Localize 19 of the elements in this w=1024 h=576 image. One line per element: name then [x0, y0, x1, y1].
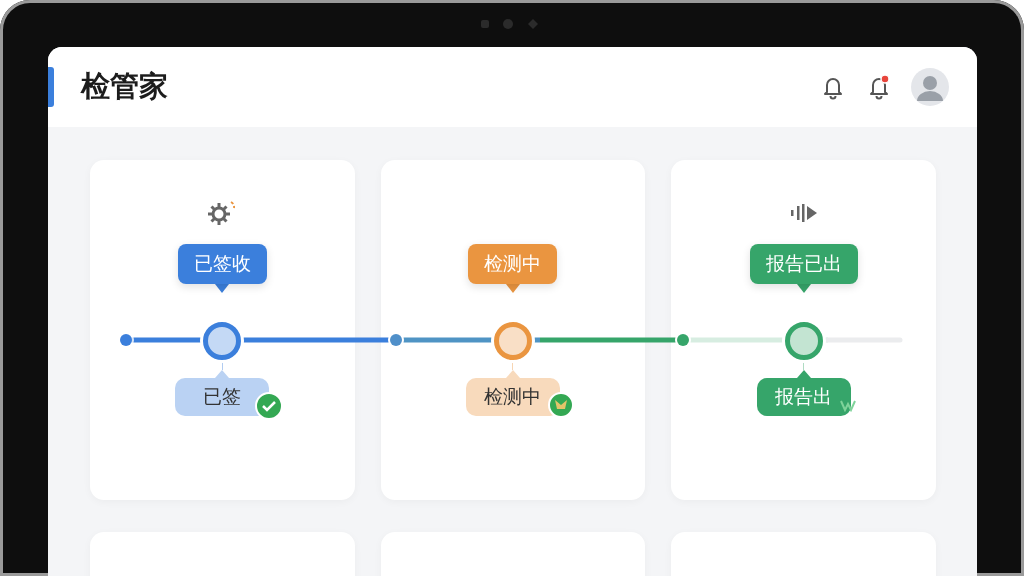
callout-pointer — [796, 284, 811, 293]
avatar[interactable] — [911, 68, 949, 106]
timeline-node — [494, 322, 532, 360]
check-badge-icon — [255, 392, 284, 420]
status-callout: 检测中 — [468, 244, 558, 284]
app-title: 检管家 — [81, 68, 168, 105]
accent-bar — [48, 67, 54, 107]
audio-play-icon — [788, 203, 819, 223]
status-callout: 已签收 — [177, 244, 267, 284]
callout-pointer — [215, 284, 230, 293]
gear-icon — [207, 199, 238, 227]
status-label: 已签 — [175, 378, 270, 416]
busy-badge-icon — [548, 392, 574, 418]
status-callout: 报告已出 — [749, 244, 858, 284]
callout-pointer — [506, 284, 520, 293]
status-label: 报告出 — [756, 378, 851, 416]
timeline-node — [784, 322, 823, 360]
timeline-node — [203, 322, 242, 360]
status-label: 检测中 — [466, 378, 560, 416]
